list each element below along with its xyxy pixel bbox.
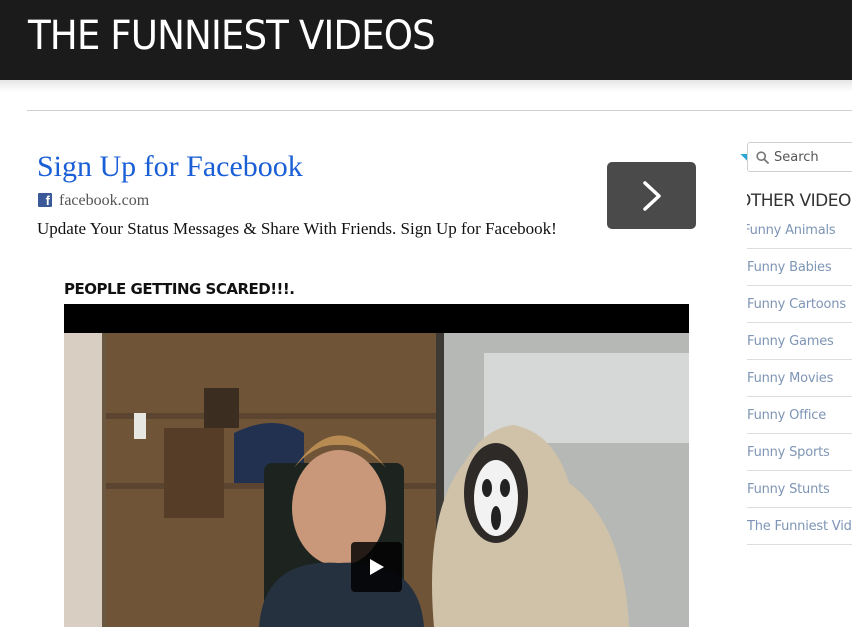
category-link[interactable]: Funny Animals bbox=[747, 223, 836, 238]
widget-title: OTHER VIDEOS bbox=[747, 191, 852, 211]
ad-description: Update Your Status Messages & Share With… bbox=[37, 219, 557, 238]
video-title: PEOPLE GETTING SCARED!!!. bbox=[64, 280, 295, 298]
facebook-icon: f bbox=[38, 193, 52, 207]
list-item[interactable]: The Funniest Videos bbox=[747, 508, 852, 545]
list-item[interactable]: Funny Movies bbox=[747, 360, 852, 397]
ad-next-button[interactable] bbox=[607, 162, 696, 229]
category-link[interactable]: Funny Sports bbox=[747, 445, 830, 460]
list-item[interactable]: Funny Animals bbox=[747, 212, 852, 249]
header-shadow bbox=[0, 80, 852, 92]
category-link[interactable]: The Funniest Videos bbox=[747, 519, 852, 534]
list-item[interactable]: Funny Babies bbox=[747, 249, 852, 286]
play-icon bbox=[370, 559, 384, 575]
video-player[interactable] bbox=[64, 304, 689, 627]
category-link[interactable]: Funny Stunts bbox=[747, 482, 830, 497]
list-item[interactable]: Funny Office bbox=[747, 397, 852, 434]
category-list: Funny Animals Funny Babies Funny Cartoon… bbox=[747, 212, 852, 545]
ad-domain[interactable]: facebook.com bbox=[59, 192, 149, 210]
list-item[interactable]: Funny Sports bbox=[747, 434, 852, 471]
category-link[interactable]: Funny Cartoons bbox=[747, 297, 846, 312]
category-link[interactable]: Funny Office bbox=[747, 408, 826, 423]
play-button[interactable] bbox=[351, 542, 402, 592]
category-link[interactable]: Funny Games bbox=[747, 334, 834, 349]
site-title[interactable]: THE FUNNIEST VIDEOS bbox=[28, 8, 436, 64]
list-item[interactable]: Funny Cartoons bbox=[747, 286, 852, 323]
search-icon bbox=[756, 151, 769, 164]
search-box[interactable] bbox=[747, 142, 852, 172]
divider bbox=[27, 110, 852, 111]
search-input[interactable] bbox=[774, 147, 852, 167]
category-link[interactable]: Funny Movies bbox=[747, 371, 833, 386]
list-item[interactable]: Funny Games bbox=[747, 323, 852, 360]
chevron-right-icon bbox=[643, 181, 661, 211]
list-item[interactable]: Funny Stunts bbox=[747, 471, 852, 508]
category-link[interactable]: Funny Babies bbox=[747, 260, 832, 275]
site-header: THE FUNNIEST VIDEOS bbox=[0, 0, 852, 80]
widget-title-text: OTHER VIDEOS bbox=[747, 191, 852, 211]
ad-title-link[interactable]: Sign Up for Facebook bbox=[37, 150, 303, 184]
